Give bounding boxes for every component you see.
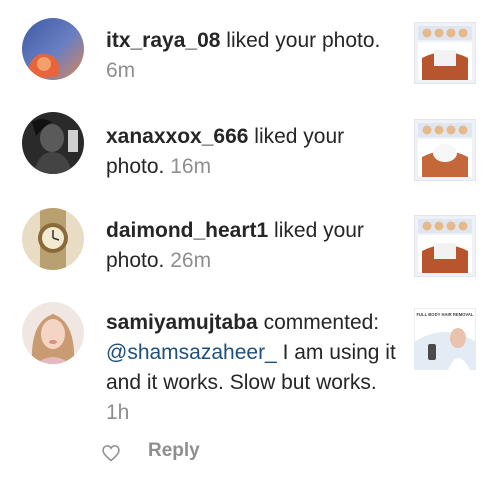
notification-row[interactable]: itx_raya_08 liked your photo. 6m [0, 0, 500, 110]
notification-text: daimond_heart1 liked your photo. 26m [106, 216, 396, 276]
post-thumbnail[interactable] [414, 119, 476, 181]
comment-text: samiyamujtaba commented: @shamsazaheer_ … [106, 308, 396, 428]
mention-link[interactable]: @shamsazaheer_ [106, 341, 277, 364]
avatar-image [22, 302, 84, 364]
action-text: liked your photo. [220, 29, 381, 52]
notification-row[interactable]: daimond_heart1 liked your photo. 26m [0, 206, 500, 296]
avatar[interactable] [22, 208, 84, 270]
username[interactable]: daimond_heart1 [106, 219, 268, 242]
avatar[interactable] [22, 18, 84, 80]
avatar[interactable] [22, 112, 84, 174]
timestamp: 6m [106, 59, 136, 82]
timestamp: 1h [106, 401, 130, 424]
post-thumbnail[interactable]: FULL BODY HAIR REMOVAL [414, 308, 476, 370]
username[interactable]: itx_raya_08 [106, 29, 220, 52]
thumbnail-title: FULL BODY HAIR REMOVAL [417, 312, 474, 317]
post-thumbnail-image [414, 215, 476, 277]
action-text: commented: [257, 311, 380, 334]
comment-actions: Reply [0, 436, 500, 472]
avatar[interactable] [22, 302, 84, 364]
post-thumbnail[interactable] [414, 215, 476, 277]
username[interactable]: xanaxxox_666 [106, 125, 248, 148]
notification-text: xanaxxox_666 liked your photo. 16m [106, 122, 396, 182]
timestamp: 16m [170, 155, 212, 178]
post-thumbnail[interactable] [414, 22, 476, 84]
avatar-image [22, 18, 84, 80]
post-thumbnail-image [414, 119, 476, 181]
post-thumbnail-image [414, 22, 476, 84]
notification-row[interactable]: xanaxxox_666 liked your photo. 16m [0, 110, 500, 206]
avatar-image [22, 112, 84, 174]
reply-button[interactable]: Reply [148, 440, 200, 462]
notification-text: itx_raya_08 liked your photo. 6m [106, 26, 396, 86]
heart-outline-icon[interactable] [101, 443, 121, 463]
username[interactable]: samiyamujtaba [106, 311, 258, 334]
avatar-image [22, 208, 84, 270]
comment-row[interactable]: samiyamujtaba commented: @shamsazaheer_ … [0, 296, 500, 436]
timestamp: 26m [170, 249, 212, 272]
post-thumbnail-image: FULL BODY HAIR REMOVAL [414, 308, 476, 370]
